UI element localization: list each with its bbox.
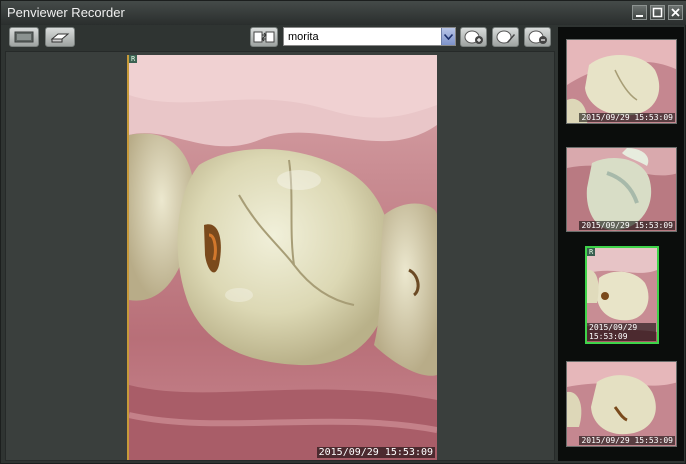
- minimize-button[interactable]: [632, 5, 647, 20]
- image-timestamp: 2015/09/29 15:53:09: [316, 447, 435, 458]
- capture-button[interactable]: [45, 27, 75, 47]
- app-window: Penviewer Recorder morita R 2015/09/29 1…: [0, 0, 686, 464]
- capture-icon: [50, 33, 70, 43]
- thumbnail-image: [567, 362, 676, 446]
- patient-select-value: morita: [288, 30, 319, 43]
- tooth-image: [129, 55, 437, 460]
- patient-swap-icon: [253, 31, 275, 43]
- patient-swap-button[interactable]: [250, 27, 278, 47]
- toolbar: morita: [5, 27, 555, 49]
- remove-patient-button[interactable]: [524, 27, 551, 47]
- window-title: Penviewer Recorder: [7, 5, 125, 20]
- main-image-viewer[interactable]: R 2015/09/29 15:53:09: [5, 51, 555, 461]
- maximize-button[interactable]: [650, 5, 665, 20]
- thumbnail-4[interactable]: 2015/09/29 15:53:09: [566, 361, 677, 447]
- patient-select[interactable]: morita: [283, 27, 456, 46]
- thumbnail-timestamp: 2015/09/29 15:53:09: [579, 436, 675, 445]
- thumbnail-image: [567, 40, 676, 123]
- remove-patient-icon: [528, 30, 547, 44]
- minimize-icon: [636, 15, 643, 17]
- monitor-icon: [14, 31, 34, 43]
- thumbnail-image: [567, 148, 676, 231]
- edit-patient-button[interactable]: [492, 27, 519, 47]
- chevron-down-icon[interactable]: [441, 28, 455, 45]
- thumbnail-position-label: R: [587, 248, 596, 256]
- add-patient-icon: [464, 30, 483, 44]
- position-label: R: [129, 55, 138, 63]
- monitor-button[interactable]: [9, 27, 39, 47]
- maximize-icon: [652, 7, 663, 18]
- thumbnail-2[interactable]: 2015/09/29 15:53:09: [566, 147, 677, 232]
- thumbnail-3[interactable]: R 2015/09/29 15:53:09: [585, 246, 659, 344]
- thumbnail-timestamp: 2015/09/29 15:53:09: [579, 221, 675, 230]
- window-controls: [632, 5, 683, 20]
- thumbnail-timestamp: 2015/09/29 15:53:09: [579, 113, 675, 122]
- thumbnail-1[interactable]: 2015/09/29 15:53:09: [566, 39, 677, 124]
- thumbnail-timestamp: 2015/09/29 15:53:09: [587, 323, 656, 341]
- edit-patient-icon: [496, 30, 515, 44]
- close-icon: [671, 8, 680, 17]
- add-patient-button[interactable]: [460, 27, 487, 47]
- title-bar: Penviewer Recorder: [1, 1, 686, 25]
- intraoral-photo[interactable]: R 2015/09/29 15:53:09: [127, 55, 437, 460]
- close-button[interactable]: [668, 5, 683, 20]
- thumbnail-panel: 2015/09/29 15:53:09 2015/09/29 15:53:09 …: [558, 27, 684, 461]
